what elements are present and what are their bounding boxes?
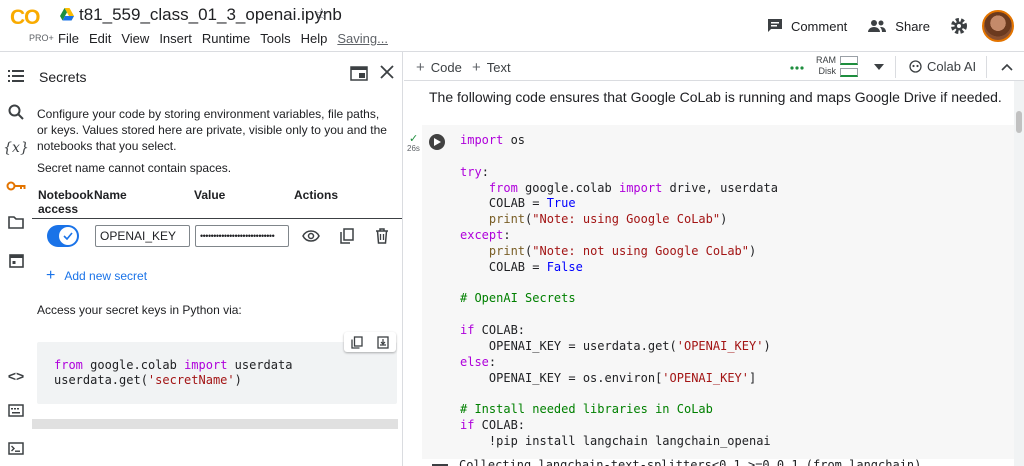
chevron-down-icon[interactable]	[874, 64, 884, 70]
disk-label: Disk	[818, 66, 837, 76]
code-editor[interactable]: import os try: from google.colab import …	[460, 133, 778, 450]
colab-ai-button[interactable]: Colab AI	[909, 59, 976, 74]
notebook-title[interactable]: t81_559_class_01_3_openai.ipynb	[79, 5, 342, 25]
plus-icon: +	[416, 59, 425, 76]
secret-value-input[interactable]: ••••••••••••••••••••••••••••	[195, 225, 289, 247]
snippet-actions	[344, 332, 396, 352]
plus-icon: +	[472, 59, 481, 76]
scrollbar-thumb[interactable]	[1016, 111, 1022, 133]
trash-icon[interactable]	[372, 226, 392, 246]
add-code-button[interactable]: + Code	[416, 59, 462, 76]
menu-edit[interactable]: Edit	[89, 31, 111, 46]
gear-icon[interactable]	[950, 17, 968, 35]
vertical-scrollbar[interactable]	[1014, 81, 1024, 466]
app-header: CO PRO+ t81_559_class_01_3_openai.ipynb …	[0, 0, 1024, 52]
variables-icon[interactable]: {x}	[3, 138, 29, 158]
comment-button[interactable]: Comment	[767, 18, 847, 34]
secret-name-input[interactable]: OPENAI_KEY	[95, 225, 190, 247]
add-text-label: Text	[486, 60, 511, 75]
colab-ai-label: Colab AI	[927, 59, 977, 74]
google-drive-icon	[60, 8, 74, 21]
menu-help[interactable]: Help	[301, 31, 328, 46]
copy-icon[interactable]	[351, 335, 363, 349]
save-status[interactable]: Saving...	[337, 31, 388, 46]
column-name: Name	[94, 188, 127, 202]
menu-bar: File Edit View Insert Runtime Tools Help…	[58, 31, 398, 46]
eye-icon[interactable]	[301, 226, 321, 246]
code-cell[interactable]: import os try: from google.colab import …	[422, 125, 1014, 459]
table-of-contents-icon[interactable]	[6, 66, 26, 86]
star-icon[interactable]: ☆	[314, 5, 329, 25]
copy-icon[interactable]	[337, 226, 357, 246]
search-icon[interactable]	[6, 102, 26, 122]
avatar[interactable]	[982, 10, 1014, 42]
text-cell[interactable]: The following code ensures that Google C…	[429, 89, 1002, 105]
close-icon[interactable]	[380, 65, 394, 79]
insert-code-icon[interactable]	[377, 335, 389, 349]
secrets-name-warning: Secret name cannot contain spaces.	[37, 161, 232, 175]
comment-icon	[767, 19, 782, 32]
comment-label: Comment	[790, 18, 848, 34]
folder-icon[interactable]	[6, 212, 26, 232]
header-actions: Comment Share	[767, 10, 1014, 42]
ram-label: RAM	[816, 55, 836, 65]
menu-insert[interactable]: Insert	[159, 31, 192, 46]
check-icon	[59, 227, 77, 245]
resource-monitor[interactable]: RAM Disk	[816, 55, 836, 77]
logo-text: CO	[10, 6, 40, 29]
snippet-line-1: google.colab	[90, 358, 177, 372]
notebook-access-toggle[interactable]	[47, 225, 79, 247]
add-new-secret-button[interactable]: + Add new secret	[46, 267, 148, 284]
people-icon	[868, 20, 887, 32]
panel-title: Secrets	[39, 69, 87, 85]
table-divider	[32, 218, 402, 219]
notebook-toolbar: + Code + Text RAM Disk Colab AI	[404, 52, 1024, 81]
column-notebook-access: Notebook access	[38, 188, 94, 216]
calendar-icon[interactable]	[6, 250, 26, 270]
add-text-button[interactable]: + Text	[472, 59, 511, 76]
column-value: Value	[194, 188, 226, 202]
horizontal-scrollbar[interactable]	[32, 419, 398, 429]
resource-bars	[840, 56, 858, 80]
terminal-icon[interactable]	[6, 438, 26, 458]
access-instructions: Access your secret keys in Python via:	[37, 303, 242, 317]
toolbar-divider	[895, 56, 896, 78]
code-snippets-icon[interactable]: <>	[6, 366, 26, 386]
open-in-tab-icon[interactable]	[350, 66, 368, 81]
share-label: Share	[895, 18, 930, 34]
menu-file[interactable]: File	[58, 31, 79, 46]
add-secret-label: Add new secret	[64, 269, 148, 283]
chevron-up-icon[interactable]	[1001, 63, 1013, 71]
command-palette-icon[interactable]	[6, 400, 26, 420]
menu-tools[interactable]: Tools	[260, 31, 290, 46]
execution-time: 26s	[407, 144, 420, 153]
toolbar-divider	[986, 56, 987, 78]
colab-ai-icon	[909, 60, 922, 73]
left-rail: {x} <>	[0, 52, 32, 466]
plan-badge: PRO+	[29, 33, 54, 43]
share-button[interactable]: Share	[867, 19, 930, 34]
colab-logo[interactable]: CO PRO+	[10, 6, 54, 46]
secrets-description: Configure your code by storing environme…	[37, 107, 387, 153]
column-actions: Actions	[294, 188, 339, 202]
code-snippet: from google.colab import userdata userda…	[37, 342, 397, 404]
cell-output: Collecting langchain-text-splitters<0.1,…	[459, 458, 922, 466]
notebook-content: The following code ensures that Google C…	[404, 81, 1014, 466]
key-icon[interactable]	[6, 176, 26, 196]
plus-icon: +	[46, 267, 56, 284]
more-dots-icon[interactable]	[790, 66, 804, 70]
run-cell-button[interactable]	[429, 134, 445, 150]
secrets-panel: Secrets Configure your code by storing e…	[32, 52, 403, 466]
menu-view[interactable]: View	[121, 31, 149, 46]
play-icon	[433, 138, 441, 146]
add-code-label: Code	[430, 60, 462, 75]
menu-runtime[interactable]: Runtime	[202, 31, 250, 46]
